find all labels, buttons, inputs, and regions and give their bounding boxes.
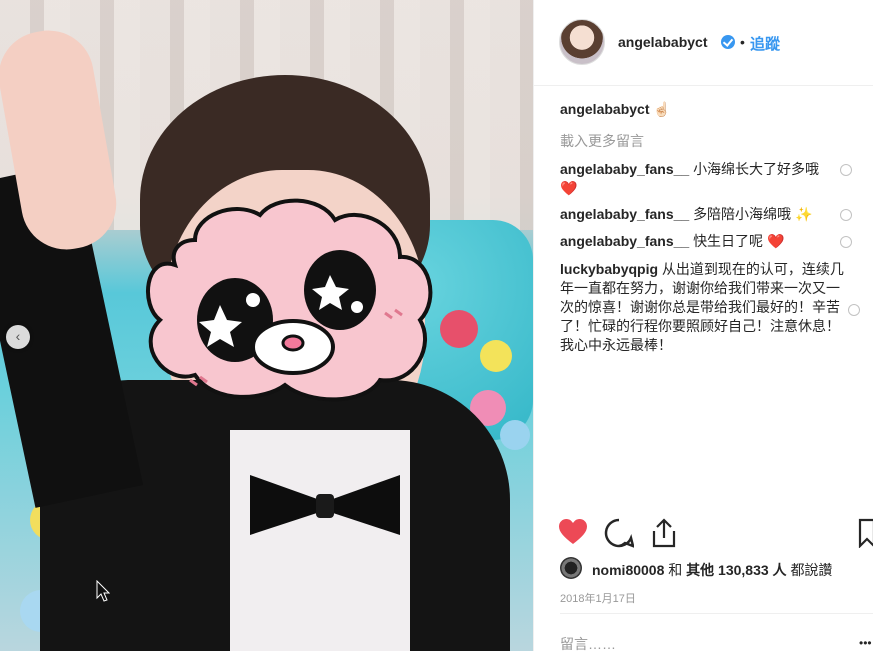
comment-icon[interactable] xyxy=(604,518,634,548)
bookmark-icon[interactable] xyxy=(858,518,873,548)
comment-username[interactable]: angelababy_fans__ xyxy=(560,161,689,177)
likes-suffix: 都說讚 xyxy=(790,562,833,578)
pool-ball xyxy=(480,340,512,372)
divider xyxy=(560,613,873,614)
comment-like-icon[interactable] xyxy=(848,304,860,316)
caption-emoji: ☝🏻 xyxy=(653,101,671,117)
post-side-panel: angelababyct • 追蹤 angelababyct ☝🏻 載入更多留言… xyxy=(533,0,873,654)
share-icon[interactable] xyxy=(650,518,678,548)
comment-emoji: ❤️ xyxy=(766,233,785,249)
comment-emoji: ✨ xyxy=(794,206,813,222)
comment-item: angelababy_fans__ 快生日了呢 ❤️ xyxy=(560,232,852,251)
comment-like-icon[interactable] xyxy=(840,164,852,176)
post-photo[interactable]: ‹ xyxy=(0,0,533,651)
comment-username[interactable]: angelababy_fans__ xyxy=(560,233,689,249)
action-bar xyxy=(558,516,873,550)
cartoon-face-sticker xyxy=(146,198,433,402)
heart-filled-icon[interactable] xyxy=(558,518,588,546)
load-more-comments-button[interactable]: 載入更多留言 xyxy=(560,131,644,151)
comment-username[interactable]: angelababy_fans__ xyxy=(560,206,689,222)
comment-item: luckybabyqpig 从出道到现在的认可，连续几年一直都在努力，谢谢你给我… xyxy=(560,260,860,355)
verified-badge-icon xyxy=(721,35,735,49)
follow-button[interactable]: 追蹤 xyxy=(750,33,780,54)
caption-username[interactable]: angelababyct xyxy=(560,101,649,117)
prev-slide-button[interactable]: ‹ xyxy=(6,325,30,349)
comment-text: 小海绵长大了好多哦 xyxy=(693,161,820,177)
caption: angelababyct ☝🏻 xyxy=(560,100,850,119)
liker-avatar[interactable] xyxy=(560,557,582,579)
avatar[interactable] xyxy=(559,19,605,65)
likes-text: nomi80008 和 其他 130,833 人 都說讚 xyxy=(592,560,832,580)
mouse-cursor-icon xyxy=(96,580,110,602)
comment-item: angelababy_fans__ 多陪陪小海绵哦 ✨ xyxy=(560,205,852,224)
likes-count[interactable]: 其他 130,833 人 xyxy=(686,562,786,578)
comment-text: 快生日了呢 xyxy=(693,233,764,249)
post-header: angelababyct • 追蹤 xyxy=(534,0,873,86)
comment-like-icon[interactable] xyxy=(840,236,852,248)
child-shirt xyxy=(230,430,410,651)
comment-emoji: ❤️ xyxy=(560,180,578,196)
bowtie-shape xyxy=(250,475,400,535)
comment-like-icon[interactable] xyxy=(840,209,852,221)
comment-text: 多陪陪小海绵哦 xyxy=(693,206,792,222)
separator-dot: • xyxy=(740,34,745,50)
more-options-icon[interactable]: ••• xyxy=(859,636,872,650)
post-date[interactable]: 2018年1月17日 xyxy=(560,590,636,606)
chevron-left-icon: ‹ xyxy=(15,328,21,344)
username-link[interactable]: angelababyct xyxy=(618,34,707,50)
likes-and: 和 xyxy=(668,562,683,578)
comment-username[interactable]: luckybabyqpig xyxy=(560,261,658,277)
liker-username[interactable]: nomi80008 xyxy=(592,562,664,578)
comment-item: angelababy_fans__ 小海绵长大了好多哦 ❤️ xyxy=(560,160,852,198)
add-comment-input[interactable]: 留言…… xyxy=(560,634,616,654)
pool-ball xyxy=(500,420,530,450)
pool-ball xyxy=(440,310,478,348)
